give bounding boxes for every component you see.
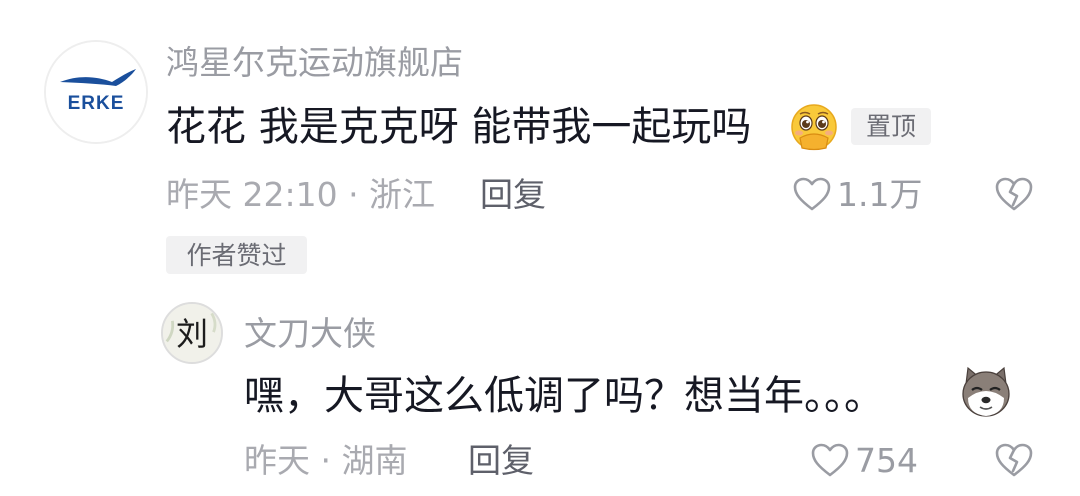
reply-like-count: 754 — [855, 440, 918, 480]
reply-timestamp-location: 昨天 · 湖南 — [244, 441, 408, 480]
broken-heart-icon — [995, 177, 1033, 211]
calligraphy-avatar-icon: 刘 — [163, 304, 221, 362]
dislike-button[interactable] — [994, 176, 1034, 212]
broken-heart-icon — [995, 443, 1033, 477]
reply-user-avatar[interactable]: 刘 — [161, 302, 223, 364]
author-liked-badge: 作者赞过 — [166, 236, 307, 274]
erke-avatar[interactable]: ERKE — [44, 40, 148, 144]
doge-emoji-icon — [958, 364, 1014, 420]
reply-button[interactable]: 回复 — [480, 178, 546, 211]
avatar-char: 刘 — [176, 316, 208, 353]
like-button[interactable]: 1.1万 — [792, 176, 922, 212]
erke-logo-text: ERKE — [68, 93, 125, 114]
like-count: 1.1万 — [837, 174, 923, 214]
heart-icon — [793, 177, 831, 211]
timestamp-location: 昨天 22:10 · 浙江 — [166, 175, 436, 214]
heart-icon — [811, 443, 849, 477]
reply-dislike-button[interactable] — [994, 442, 1034, 478]
reply-comment-text: 嘿，大哥这么低调了吗？想当年。。。 — [244, 373, 884, 419]
comment-text: 花花 我是克克呀 能带我一起玩吗 — [166, 104, 752, 150]
username[interactable]: 鸿星尔克运动旗舰店 — [166, 46, 463, 79]
pinned-badge: 置顶 — [851, 108, 931, 145]
erke-logo-icon: ERKE — [46, 42, 146, 142]
reply-comment-reply-button[interactable]: 回复 — [468, 444, 534, 477]
reply-username[interactable]: 文刀大侠 — [244, 317, 376, 350]
reply-like-button[interactable]: 754 — [810, 442, 918, 478]
pleading-face-emoji-icon — [788, 102, 840, 152]
